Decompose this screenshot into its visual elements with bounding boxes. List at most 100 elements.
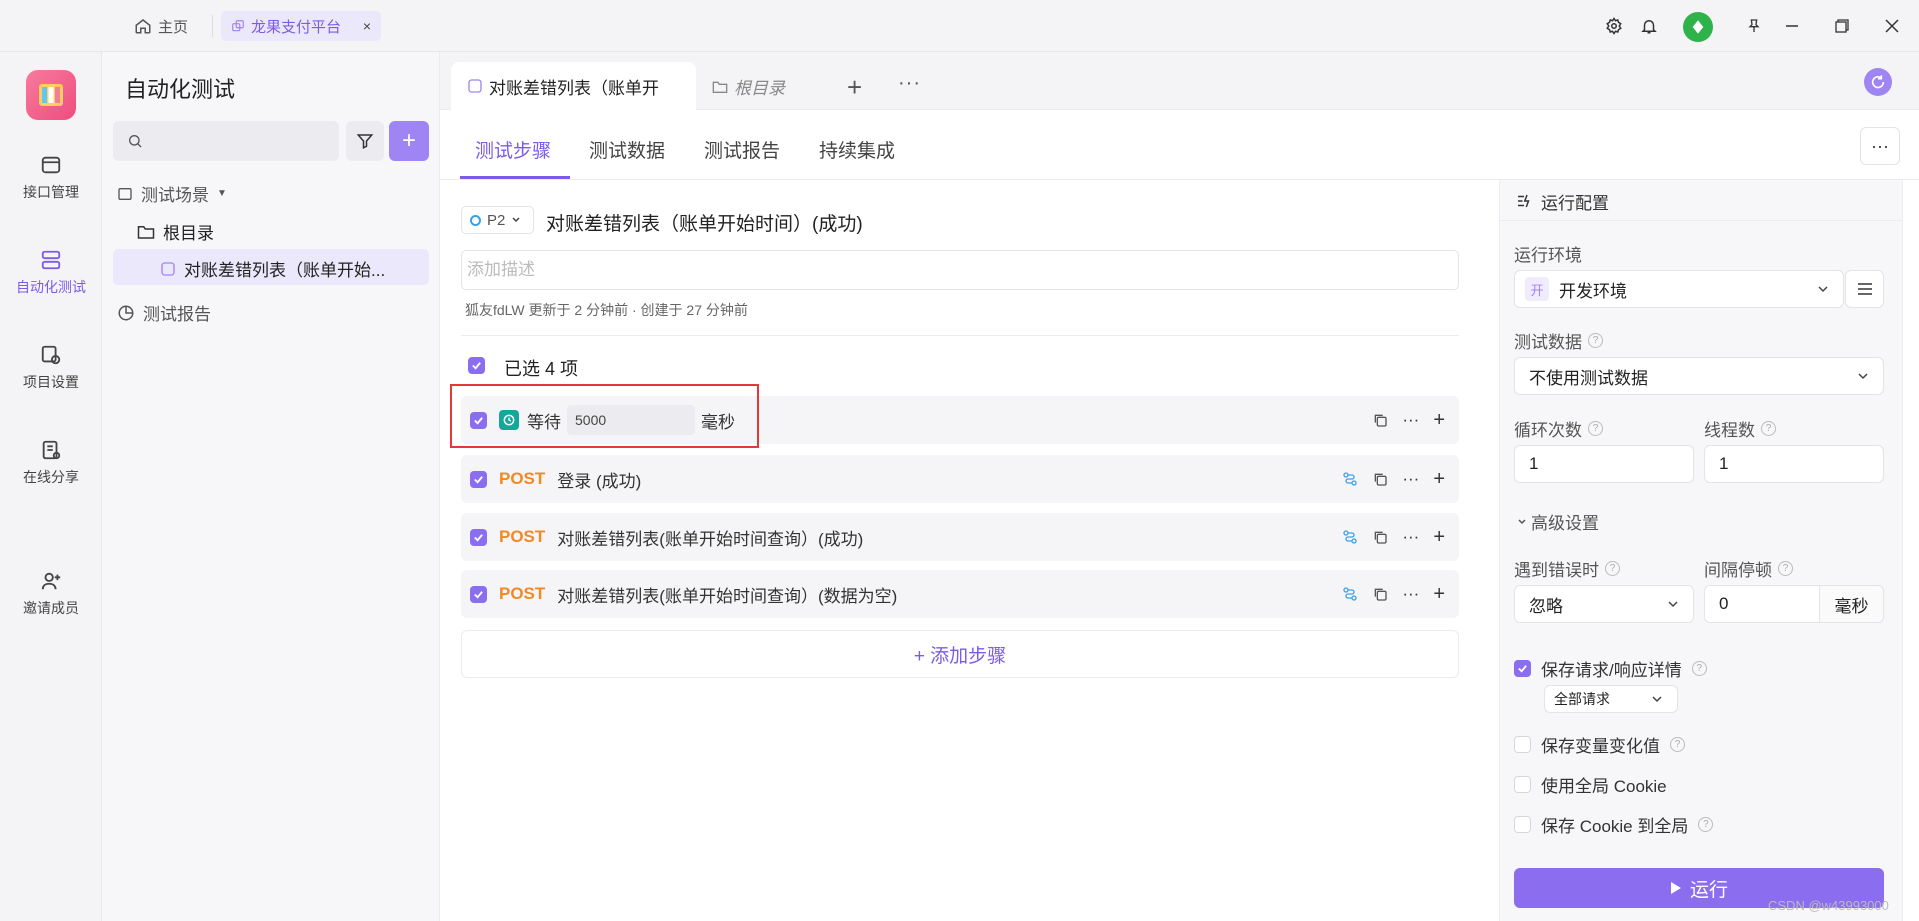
save-vars-checkbox[interactable] [1514,736,1531,753]
save-vars-option[interactable]: 保存变量变化值 ? [1514,732,1685,757]
rail-item-project-settings[interactable]: 项目设置 [0,344,102,392]
plus-icon[interactable]: + [1433,468,1445,491]
copy-icon[interactable] [1372,412,1388,428]
link-icon[interactable] [1342,471,1358,487]
rail-item-label: 邀请成员 [23,600,79,616]
step-http[interactable]: POST 对账差错列表(账单开始时间查询）(成功) ··· + [461,513,1459,561]
more-icon[interactable]: ··· [1402,527,1419,547]
more-icon[interactable]: ··· [1402,469,1419,489]
global-cookie-option[interactable]: 使用全局 Cookie [1514,772,1667,797]
env-manage-button[interactable] [1845,270,1884,308]
more-icon[interactable]: ··· [1402,410,1419,430]
link-icon[interactable] [1342,586,1358,602]
help-icon[interactable]: ? [1691,661,1707,676]
tab-test-data[interactable]: 测试数据 [589,136,665,163]
run-label: 运行 [1689,879,1728,901]
advanced-settings-toggle[interactable]: 高级设置 [1517,509,1599,534]
bell-icon[interactable] [1637,14,1661,38]
plus-icon[interactable]: + [1433,526,1445,549]
rail-item-label: 项目设置 [23,374,79,390]
sync-icon[interactable] [1864,68,1892,96]
step-http[interactable]: POST 对账差错列表(账单开始时间查询）(数据为空) ··· + [461,570,1459,618]
help-icon[interactable]: ? [1778,561,1793,576]
plus-icon[interactable]: + [1433,409,1445,432]
tab-ci[interactable]: 持续集成 [819,136,895,163]
step-checkbox[interactable] [470,470,487,488]
rail-item-share[interactable]: 在线分享 [0,439,102,487]
filter-button[interactable] [346,121,384,161]
save-cookie-option[interactable]: 保存 Cookie 到全局 ? [1514,812,1714,837]
pin-icon[interactable] [1742,14,1766,38]
document-tab-active[interactable]: 对账差错列表（账单开 [451,62,696,110]
interval-label: 间隔停顿 ? [1704,556,1793,581]
on-error-label: 遇到错误时 ? [1514,556,1620,581]
plus-icon[interactable]: + [1433,583,1445,606]
copy-icon[interactable] [1372,586,1388,602]
scenario-icon [117,186,133,202]
help-icon[interactable]: ? [1605,561,1620,576]
step-checkbox[interactable] [470,585,487,603]
rail-item-invite[interactable]: 邀请成员 [0,570,102,618]
close-window-icon[interactable] [1880,14,1904,38]
priority-select[interactable]: P2 [461,206,534,234]
env-select[interactable]: 开 开发环境 [1514,270,1844,308]
rail-item-label: 在线分享 [23,469,79,485]
loops-label: 循环次数 ? [1514,416,1603,441]
case-title[interactable]: 对账差错列表（账单开始时间）(成功) [546,209,863,236]
tree-reports[interactable]: 测试报告 [117,300,211,325]
help-icon[interactable]: ? [1761,421,1776,436]
tab-test-steps[interactable]: 测试步骤 [475,136,551,163]
link-icon[interactable] [1342,529,1358,545]
document-tab-root[interactable]: 根目录 [712,74,785,99]
new-tab-button[interactable]: + [847,72,862,103]
copy-icon[interactable] [1372,529,1388,545]
help-icon[interactable]: ? [1588,421,1603,436]
settings-icon[interactable] [1602,14,1626,38]
project-tab[interactable]: 龙果支付平台 × [221,11,381,41]
save-details-scope-select[interactable]: 全部请求 [1544,685,1678,713]
tabs-more-button[interactable]: ··· [898,72,921,95]
rail-item-api[interactable]: 接口管理 [0,154,102,202]
search-input[interactable] [113,121,339,161]
loops-input[interactable]: 1 [1514,445,1694,483]
on-error-select[interactable]: 忽略 [1514,585,1694,623]
interval-input[interactable]: 0 毫秒 [1704,585,1884,623]
avatar[interactable] [1683,12,1713,42]
minimize-icon[interactable] [1780,14,1804,38]
help-icon[interactable]: ? [1698,817,1714,832]
close-icon[interactable]: × [363,18,371,34]
description-input[interactable]: 添加描述 [461,250,1459,290]
test-data-select[interactable]: 不使用测试数据 [1514,357,1884,395]
loops-label-text: 循环次数 [1514,421,1582,440]
selected-count: 已选 4 项 [504,359,579,379]
add-button[interactable]: + [389,121,429,161]
help-icon[interactable]: ? [1588,333,1603,348]
add-step-button[interactable]: + 添加步骤 [461,630,1459,678]
tree-scenarios[interactable]: 测试场景 ▼ [117,181,227,206]
save-details-checkbox[interactable] [1514,660,1531,677]
home-tab[interactable]: 主页 [134,14,188,38]
threads-input[interactable]: 1 [1704,445,1884,483]
more-icon[interactable]: ··· [1402,584,1419,604]
copy-icon[interactable] [1372,471,1388,487]
save-details-scope-value: 全部请求 [1554,691,1610,707]
tree-root-label: 根目录 [163,224,214,243]
restore-icon[interactable] [1830,14,1854,38]
save-cookie-checkbox[interactable] [1514,816,1531,833]
step-checkbox[interactable] [470,528,487,546]
link-icon [231,19,245,33]
interval-unit: 毫秒 [1819,586,1883,622]
chevron-down-icon [1651,693,1663,705]
global-cookie-checkbox[interactable] [1514,776,1531,793]
tab-test-report[interactable]: 测试报告 [704,136,780,163]
step-http[interactable]: POST 登录 (成功) ··· + [461,455,1459,503]
save-details-label: 保存请求/响应详情 [1541,661,1682,680]
search-icon [127,133,143,149]
select-all-checkbox[interactable] [468,357,485,374]
save-details-option[interactable]: 保存请求/响应详情 ? [1514,656,1707,681]
help-icon[interactable]: ? [1670,737,1685,752]
rail-item-automation[interactable]: 自动化测试 [0,249,102,297]
more-options-button[interactable]: ··· [1860,127,1900,165]
tree-root-folder[interactable]: 根目录 [137,219,214,244]
tree-case-item[interactable]: 对账差错列表（账单开始... [160,256,385,281]
